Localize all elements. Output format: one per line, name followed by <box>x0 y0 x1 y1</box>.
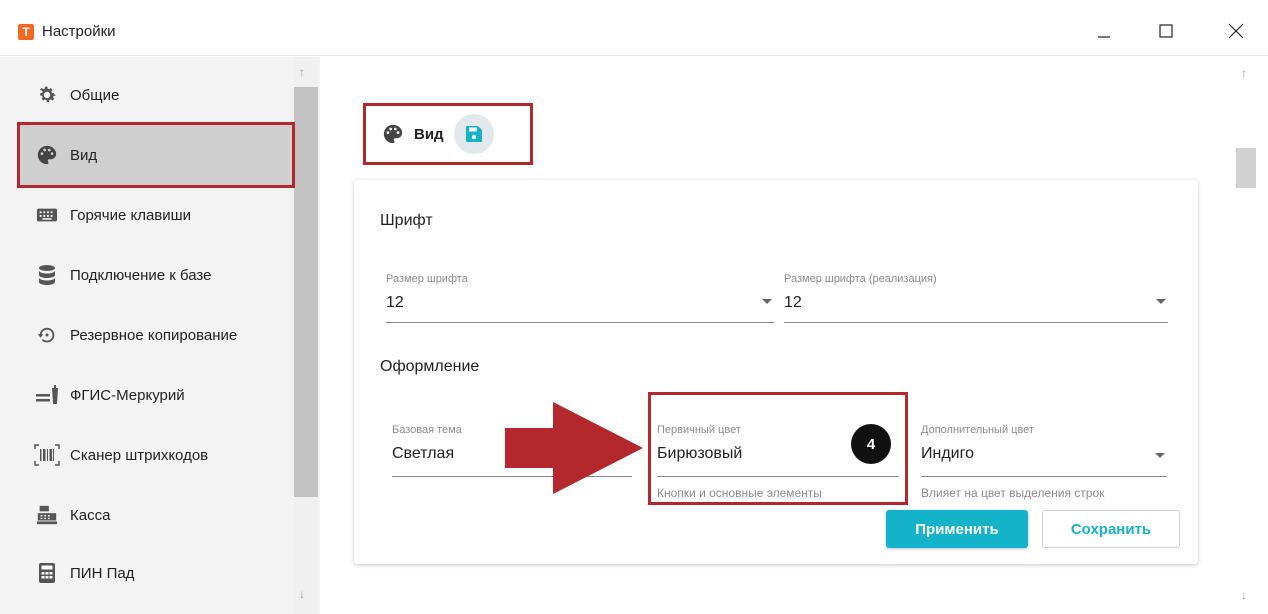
sidebar-item-label: ФГИС-Меркурий <box>70 386 185 404</box>
main-scroll-down-arrow-icon[interactable]: ↓ <box>1241 588 1247 602</box>
field-underline <box>386 322 774 323</box>
chevron-down-icon <box>1156 299 1166 304</box>
sidebar-item-backup[interactable]: Резервное копирование <box>20 305 292 365</box>
sidebar-item-label: Сканер штрихкодов <box>70 446 209 464</box>
close-icon <box>1228 23 1244 39</box>
font-section-title: Шрифт <box>380 212 433 229</box>
chevron-down-icon <box>762 299 772 304</box>
secondary-color-select[interactable]: Дополнительный цвет Индиго <box>921 424 1167 477</box>
sidebar-item-pin-pad[interactable]: ПИН Пад <box>20 543 292 603</box>
save-page-button[interactable] <box>453 114 494 154</box>
window-title: Настройки <box>42 23 116 40</box>
sidebar-item-label: Резервное копирование <box>70 326 238 344</box>
main-scrollbar[interactable] <box>1232 57 1258 614</box>
sidebar-scrollbar-thumb[interactable] <box>294 87 318 497</box>
sidebar-item-general[interactable]: Общие <box>20 65 292 125</box>
scroll-up-arrow-icon[interactable]: ↑ <box>299 65 305 79</box>
base-theme-value: Светлая <box>392 445 455 462</box>
sidebar-item-label: Горячие клавиши <box>70 206 192 224</box>
font-size-value: 12 <box>386 294 404 311</box>
floppy-disk-icon <box>465 126 482 142</box>
minimize-button[interactable] <box>1082 14 1126 48</box>
sidebar-item-label: Подключение к базе <box>70 266 212 284</box>
main-scrollbar-thumb[interactable] <box>1236 148 1256 188</box>
base-theme-label: Базовая тема <box>392 424 462 436</box>
settings-sidebar: ↑ ↓ Общие Вид Горячие клавиши Подключени… <box>0 57 320 614</box>
scroll-down-arrow-icon[interactable]: ↓ <box>299 587 305 601</box>
apply-button[interactable]: Применить <box>886 510 1028 548</box>
secondary-color-label: Дополнительный цвет <box>921 424 1034 436</box>
barcode-scanner-icon <box>32 443 62 467</box>
secondary-color-hint: Влияет на цвет выделения строк <box>921 486 1105 500</box>
sidebar-item-label: Общие <box>70 86 120 104</box>
database-icon <box>32 263 62 287</box>
mercury-icon <box>32 383 62 407</box>
backup-restore-icon <box>32 323 62 347</box>
page-title: Вид <box>414 125 444 143</box>
sidebar-item-hotkeys[interactable]: Горячие клавиши <box>20 185 292 245</box>
maximize-button[interactable] <box>1144 14 1188 48</box>
font-size-sale-label: Размер шрифта (реализация) <box>784 273 937 285</box>
keyboard-icon <box>32 203 62 227</box>
sidebar-item-label: ПИН Пад <box>70 564 135 582</box>
main-scroll-up-arrow-icon[interactable]: ↑ <box>1241 66 1247 80</box>
font-size-select[interactable]: Размер шрифта 12 <box>386 273 774 323</box>
sidebar-item-label: Вид <box>70 146 98 164</box>
cash-register-icon <box>32 503 62 527</box>
palette-icon <box>32 143 62 167</box>
field-underline <box>921 476 1167 477</box>
sidebar-item-label: Касса <box>70 506 111 524</box>
app-logo-icon: T <box>18 24 34 40</box>
gear-icon <box>32 83 62 107</box>
field-underline <box>784 322 1168 323</box>
font-size-label: Размер шрифта <box>386 273 468 285</box>
sidebar-item-database[interactable]: Подключение к базе <box>20 245 292 305</box>
font-size-sale-value: 12 <box>784 294 802 311</box>
palette-icon <box>382 123 404 145</box>
secondary-color-value: Индиго <box>921 445 974 462</box>
design-section-title: Оформление <box>380 358 480 375</box>
font-size-sale-select[interactable]: Размер шрифта (реализация) 12 <box>784 273 1168 323</box>
sidebar-item-barcode-scanner[interactable]: Сканер штрихкодов <box>20 425 292 485</box>
calculator-icon <box>32 561 62 585</box>
sidebar-item-cash-register[interactable]: Касса <box>20 485 292 545</box>
title-bar: T Настройки <box>0 0 1268 56</box>
chevron-down-icon <box>1155 453 1165 458</box>
page-header: Вид <box>363 103 533 165</box>
sidebar-item-mercury[interactable]: ФГИС-Меркурий <box>20 365 292 425</box>
minimize-icon <box>1098 36 1110 38</box>
step-badge: 4 <box>851 424 891 464</box>
annotation-arrow-icon <box>505 402 643 494</box>
maximize-icon <box>1159 24 1173 38</box>
sidebar-item-view[interactable]: Вид <box>17 122 295 188</box>
close-button[interactable] <box>1214 14 1258 48</box>
settings-card <box>354 180 1198 564</box>
save-button[interactable]: Сохранить <box>1042 510 1180 548</box>
